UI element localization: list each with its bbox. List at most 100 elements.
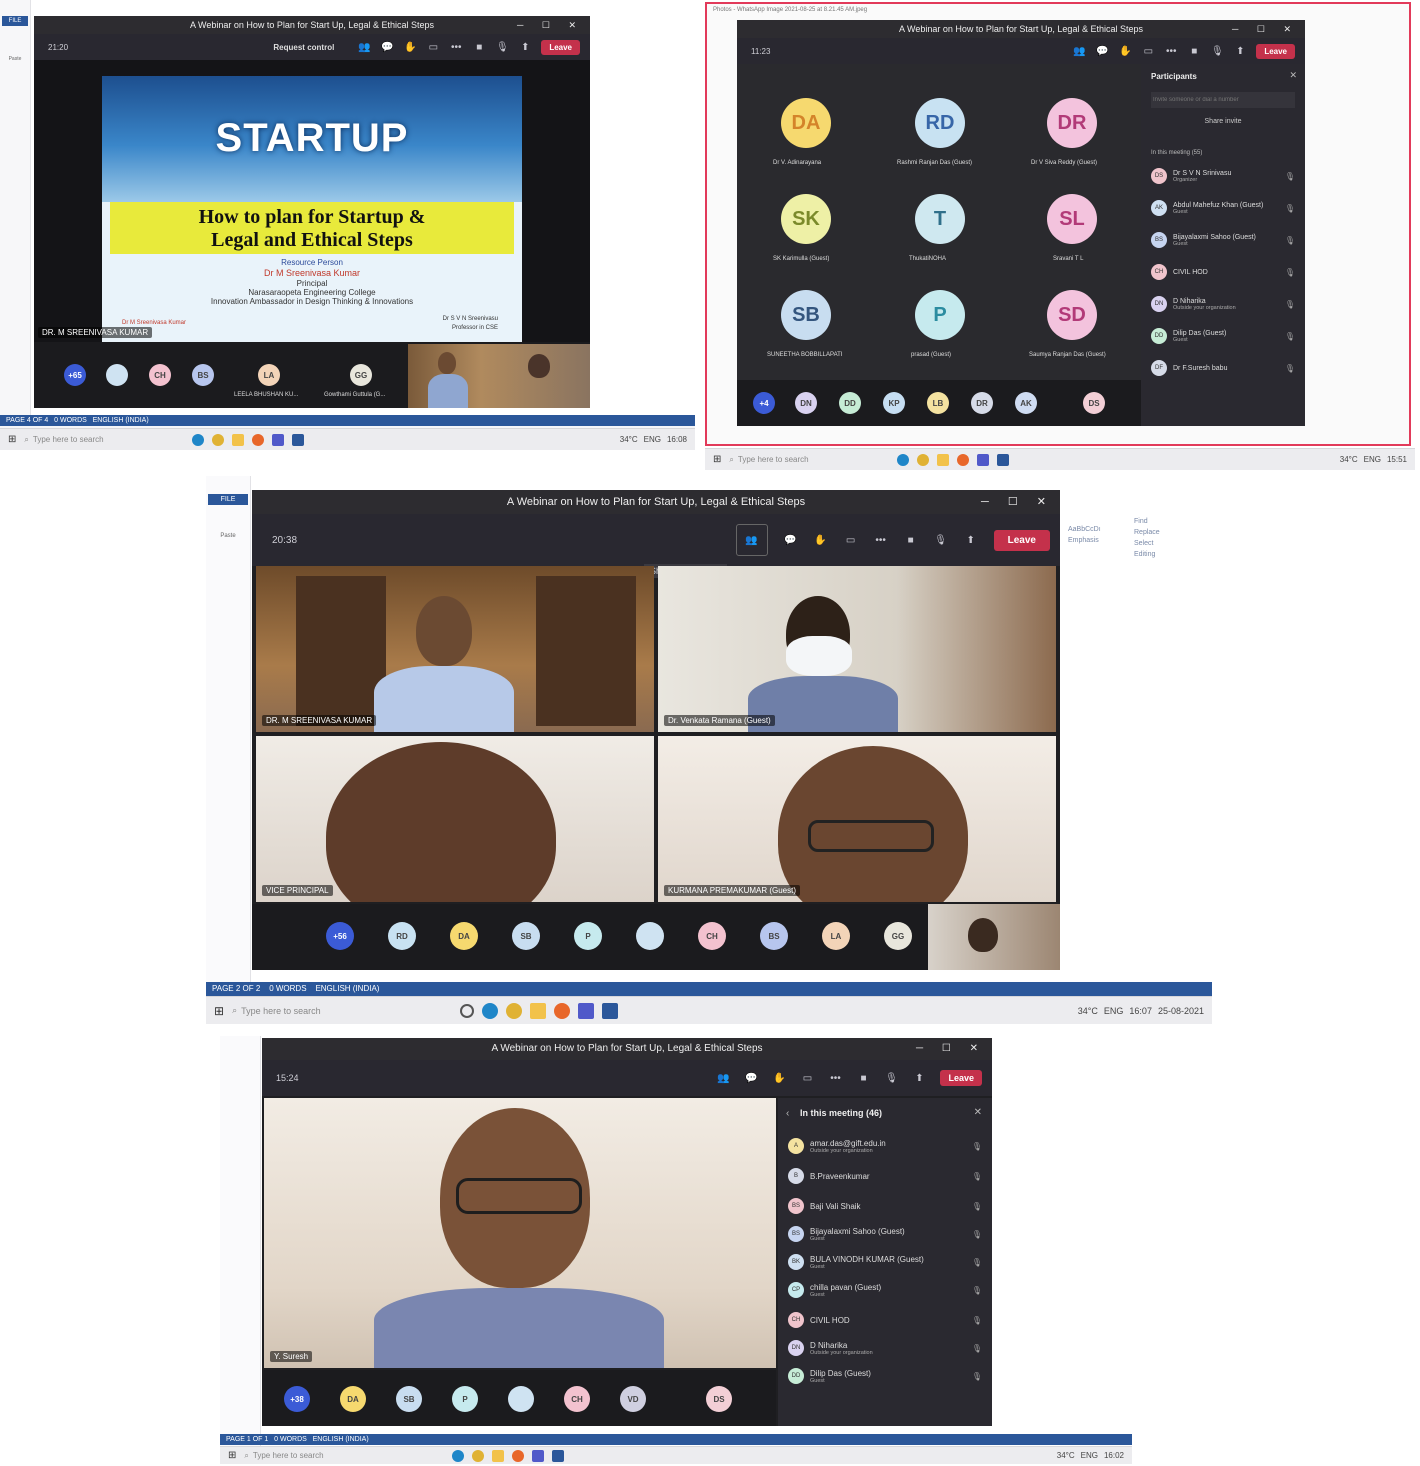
edge-icon[interactable]	[452, 1449, 465, 1462]
strip-avatar[interactable]: CH	[149, 364, 171, 386]
strip-avatar[interactable]	[106, 364, 128, 386]
word-icon[interactable]	[602, 1002, 619, 1019]
rooms-icon[interactable]: ▭	[1141, 44, 1155, 58]
mic-icon[interactable]: 🎙	[495, 40, 509, 54]
strip-avatar[interactable]: CH	[698, 922, 726, 950]
word-icon[interactable]	[292, 433, 305, 446]
strip-avatar[interactable]: BS	[192, 364, 214, 386]
grid-avatar-dr[interactable]: DR	[1047, 98, 1097, 148]
chrome-icon[interactable]	[506, 1002, 523, 1019]
leave-button[interactable]: Leave	[940, 1070, 982, 1086]
find-button[interactable]: Find	[1134, 516, 1160, 527]
chat-icon[interactable]: 💬	[744, 1071, 758, 1085]
share-icon[interactable]: ⬆	[1233, 44, 1247, 58]
participant-row[interactable]: AK Abdul Mahefuz Khan (Guest) Guest 🎙	[1151, 194, 1295, 222]
taskbar-search[interactable]: ⌕ Type here to search	[729, 455, 889, 465]
participant-row[interactable]: CH CIVIL HOD 🎙	[788, 1306, 982, 1334]
folder-icon[interactable]	[530, 1002, 547, 1019]
share-icon[interactable]: ⬆	[964, 533, 978, 547]
strip-avatar[interactable]: BS	[760, 922, 788, 950]
strip-avatar[interactable]: DS	[706, 1386, 732, 1412]
reactions-icon[interactable]: ✋	[1118, 44, 1132, 58]
select-button[interactable]: Select	[1134, 538, 1160, 549]
more-icon[interactable]: •••	[1164, 44, 1178, 58]
participant-row[interactable]: CP chilla pavan (Guest) Guest 🎙	[788, 1276, 982, 1304]
firefox-icon[interactable]	[957, 453, 970, 466]
close-icon[interactable]: ✕	[1289, 70, 1297, 81]
more-icon[interactable]: •••	[449, 40, 463, 54]
grid-avatar-t[interactable]: T	[915, 194, 965, 244]
teams-icon[interactable]	[532, 1449, 545, 1462]
reactions-icon[interactable]: ✋	[772, 1071, 786, 1085]
mic-icon[interactable]: 🎙	[884, 1071, 898, 1085]
participant-row[interactable]: BS Bijayalaxmi Sahoo (Guest) Guest 🎙	[788, 1220, 982, 1248]
window-controls[interactable]: ─ ☐ ✕	[981, 490, 1054, 514]
strip-avatar[interactable]	[508, 1386, 534, 1412]
strip-avatar[interactable]: KP	[883, 392, 905, 414]
strip-avatar[interactable]: AK	[1015, 392, 1037, 414]
strip-avatar-overflow[interactable]: +38	[284, 1386, 310, 1412]
chrome-icon[interactable]	[917, 453, 930, 466]
strip-avatar[interactable]: LA	[258, 364, 280, 386]
paste-button[interactable]: Paste	[206, 533, 250, 539]
replace-button[interactable]: Replace	[1134, 527, 1160, 538]
strip-avatar[interactable]: VD	[620, 1386, 646, 1412]
folder-icon[interactable]	[492, 1449, 505, 1462]
more-icon[interactable]: •••	[828, 1071, 842, 1085]
close-icon[interactable]: ✕	[974, 1107, 982, 1118]
word-icon[interactable]	[552, 1449, 565, 1462]
reactions-icon[interactable]: ✋	[403, 40, 417, 54]
teams-icon[interactable]	[977, 453, 990, 466]
participant-row[interactable]: DN D Niharika Outside your organization 🎙	[1151, 290, 1295, 318]
paste-button[interactable]: Paste	[0, 56, 30, 62]
grid-avatar-sk[interactable]: SK	[781, 194, 831, 244]
video-tile[interactable]: Dr. Venkata Ramana (Guest)	[658, 566, 1056, 732]
folder-icon[interactable]	[937, 453, 950, 466]
grid-avatar-sl[interactable]: SL	[1047, 194, 1097, 244]
participant-row[interactable]: DD Dilip Das (Guest) Guest 🎙	[788, 1362, 982, 1390]
strip-avatar[interactable]: DA	[340, 1386, 366, 1412]
camera-icon[interactable]: ■	[1187, 44, 1201, 58]
strip-avatar[interactable]: LB	[927, 392, 949, 414]
chat-icon[interactable]: 💬	[784, 533, 798, 547]
grid-avatar-rd[interactable]: RD	[915, 98, 965, 148]
strip-avatar[interactable]: DS	[1083, 392, 1105, 414]
camera-icon[interactable]: ■	[472, 40, 486, 54]
video-tile[interactable]: DR. M SREENIVASA KUMAR	[256, 566, 654, 732]
grid-avatar-p[interactable]: P	[915, 290, 965, 340]
edge-icon[interactable]	[897, 453, 910, 466]
participant-row[interactable]: BK BULA VINODH KUMAR (Guest) Guest 🎙	[788, 1248, 982, 1276]
edge-icon[interactable]	[192, 433, 205, 446]
participant-row[interactable]: DF Dr F.Suresh babu 🎙	[1151, 354, 1295, 382]
video-tile[interactable]: VICE PRINCIPAL	[256, 736, 654, 902]
participant-row[interactable]: CH CIVIL HOD 🎙	[1151, 258, 1295, 286]
chat-icon[interactable]: 💬	[1095, 44, 1109, 58]
mic-icon[interactable]: 🎙	[1210, 44, 1224, 58]
strip-avatar[interactable]: DD	[839, 392, 861, 414]
window-controls[interactable]: ─ ☐ ✕	[517, 16, 584, 34]
firefox-icon[interactable]	[512, 1449, 525, 1462]
cortana-icon[interactable]	[460, 1003, 475, 1018]
taskbar-search[interactable]: ⌕ Type here to search	[24, 435, 184, 445]
leave-button[interactable]: Leave	[1256, 43, 1295, 59]
strip-avatar[interactable]: DN	[795, 392, 817, 414]
rooms-icon[interactable]: ▭	[844, 533, 858, 547]
participant-row[interactable]: BS Baji Vali Shaik 🎙	[788, 1192, 982, 1220]
start-icon[interactable]: ⊞	[228, 1450, 236, 1461]
participant-row[interactable]: DD Dilip Das (Guest) Guest 🎙	[1151, 322, 1295, 350]
more-icon[interactable]: •••	[874, 533, 888, 547]
teams-icon[interactable]	[578, 1002, 595, 1019]
window-controls[interactable]: ─ ☐ ✕	[1232, 20, 1299, 38]
participants-icon[interactable]: 👥	[735, 524, 768, 556]
strip-avatar-overflow[interactable]: +4	[753, 392, 775, 414]
firefox-icon[interactable]	[554, 1002, 571, 1019]
leave-button[interactable]: Leave	[541, 39, 580, 55]
meeting-section-header[interactable]: In this meeting (55)	[1151, 150, 1202, 156]
participants-icon[interactable]: 👥	[716, 1071, 730, 1085]
share-invite-link[interactable]: Share invite	[1141, 118, 1305, 125]
strip-avatar[interactable]: LA	[822, 922, 850, 950]
participant-row[interactable]: DS Dr S V N Srinivasu Organizer 🎙	[1151, 162, 1295, 190]
taskbar-search[interactable]: ⌕ Type here to search	[232, 1005, 452, 1016]
video-tile[interactable]: KURMANA PREMAKUMAR (Guest)	[658, 736, 1056, 902]
strip-avatar[interactable]: DA	[450, 922, 478, 950]
